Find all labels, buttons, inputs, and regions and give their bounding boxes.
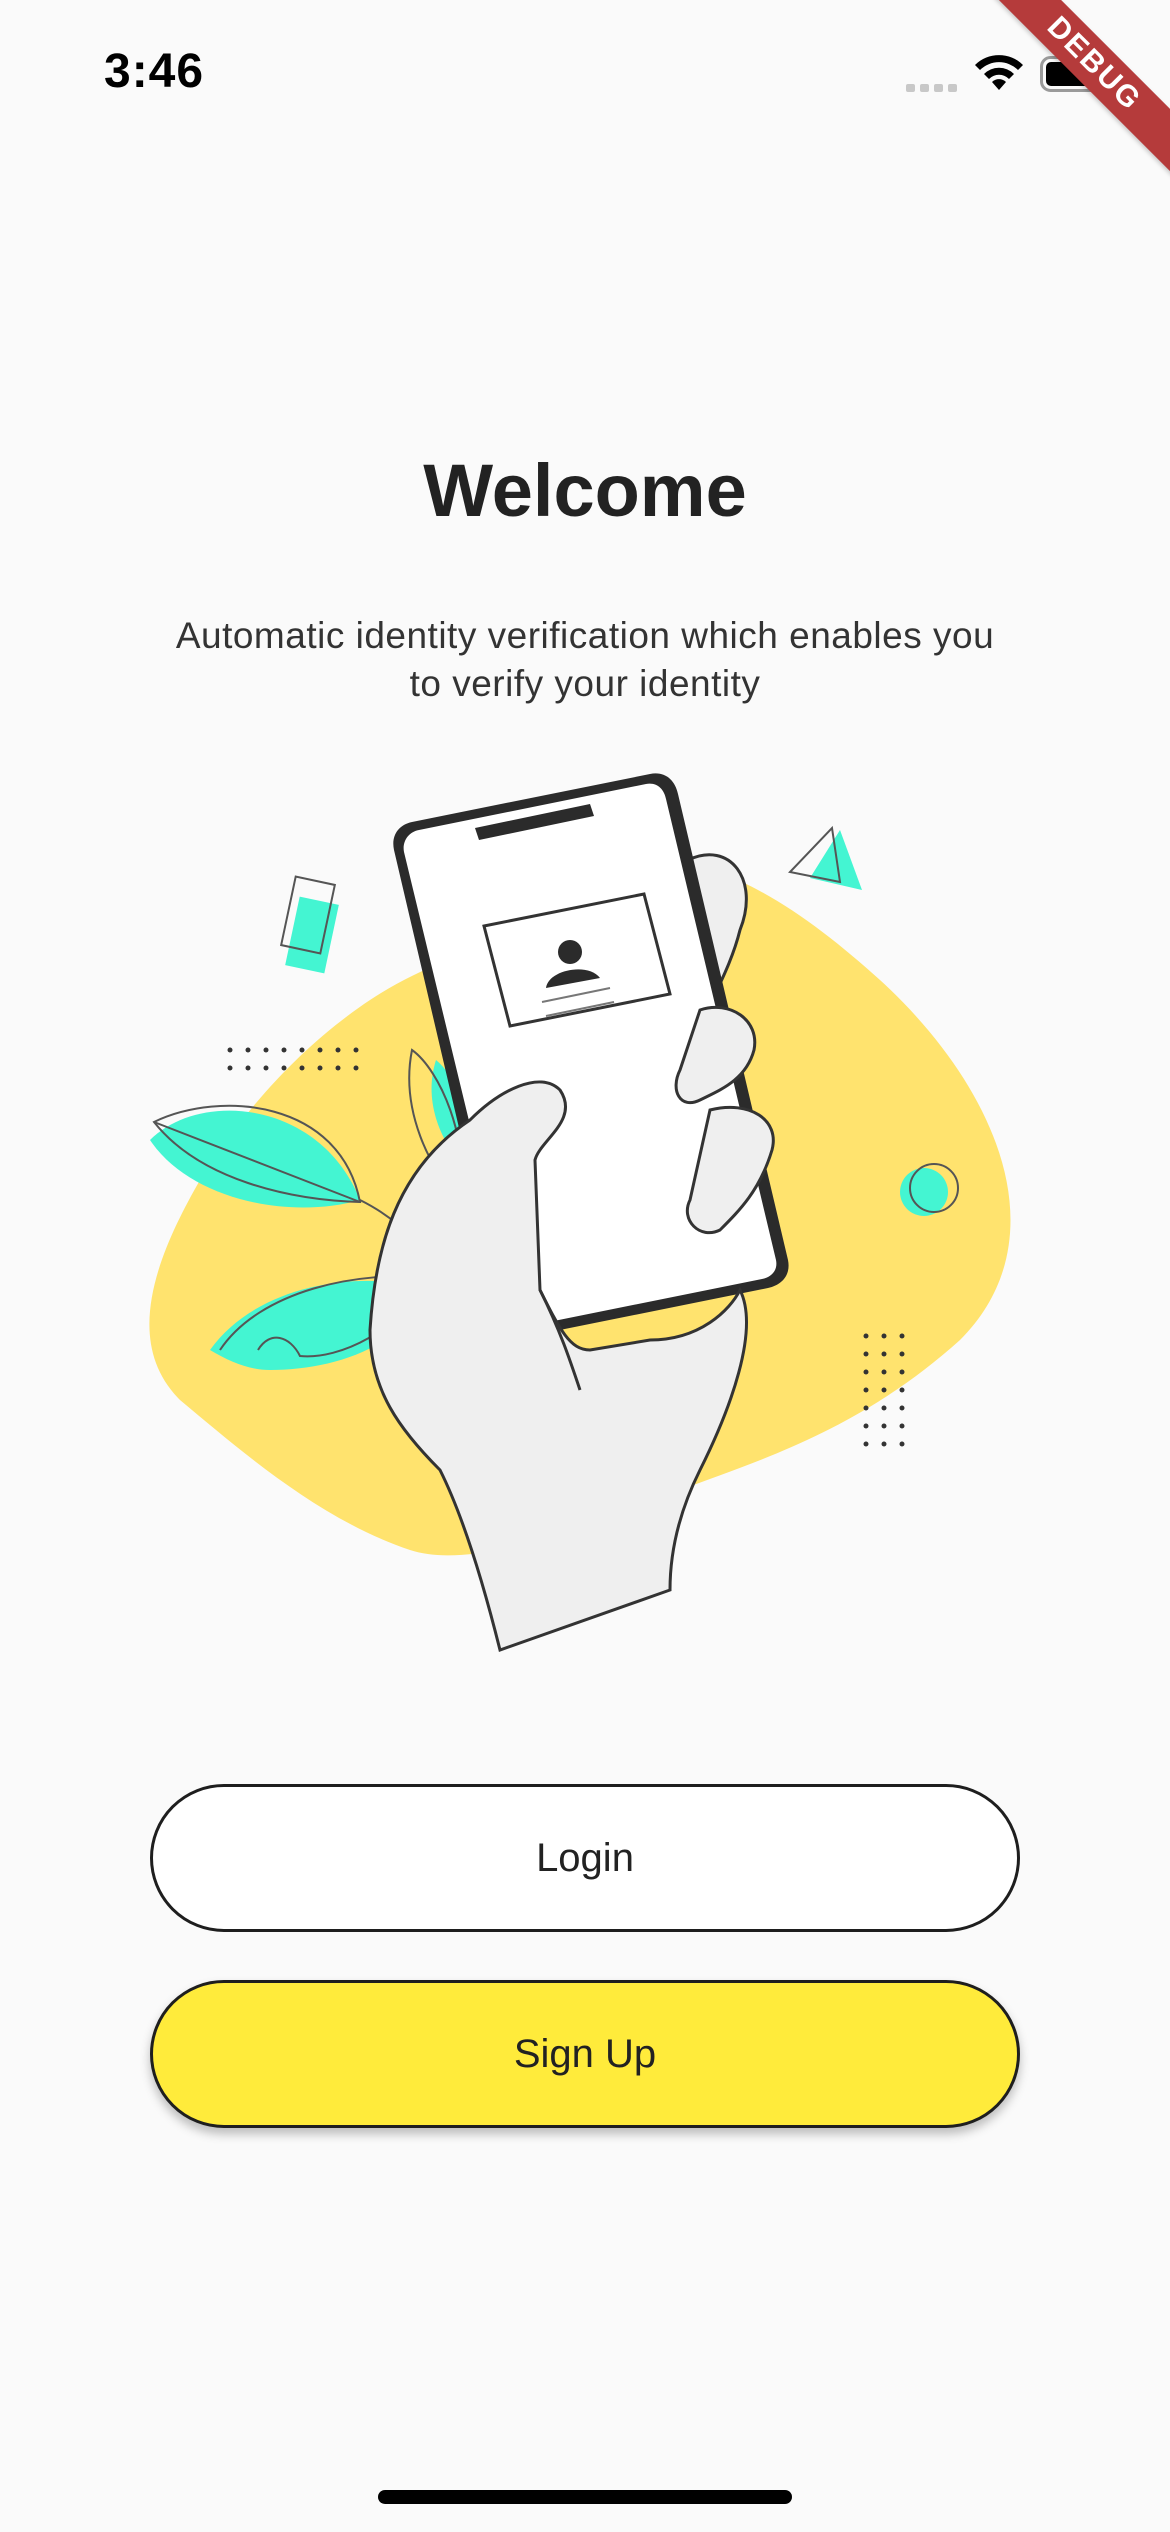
page-title: Welcome: [423, 449, 747, 532]
status-time: 3:46: [104, 45, 205, 98]
home-indicator[interactable]: [378, 2490, 792, 2504]
floating-triangle-shape: [788, 825, 862, 890]
login-button[interactable]: Login: [150, 1784, 1020, 1932]
floating-card-shape: [279, 875, 339, 974]
page-subtitle: Automatic identity verification which en…: [175, 615, 995, 704]
hand-holding-phone-illustration: [149, 773, 1011, 1652]
signup-button[interactable]: Sign Up: [150, 1980, 1020, 2128]
debug-ribbon-label: DEBUG: [972, 0, 1170, 186]
debug-banner: DEBUG: [950, 0, 1170, 220]
